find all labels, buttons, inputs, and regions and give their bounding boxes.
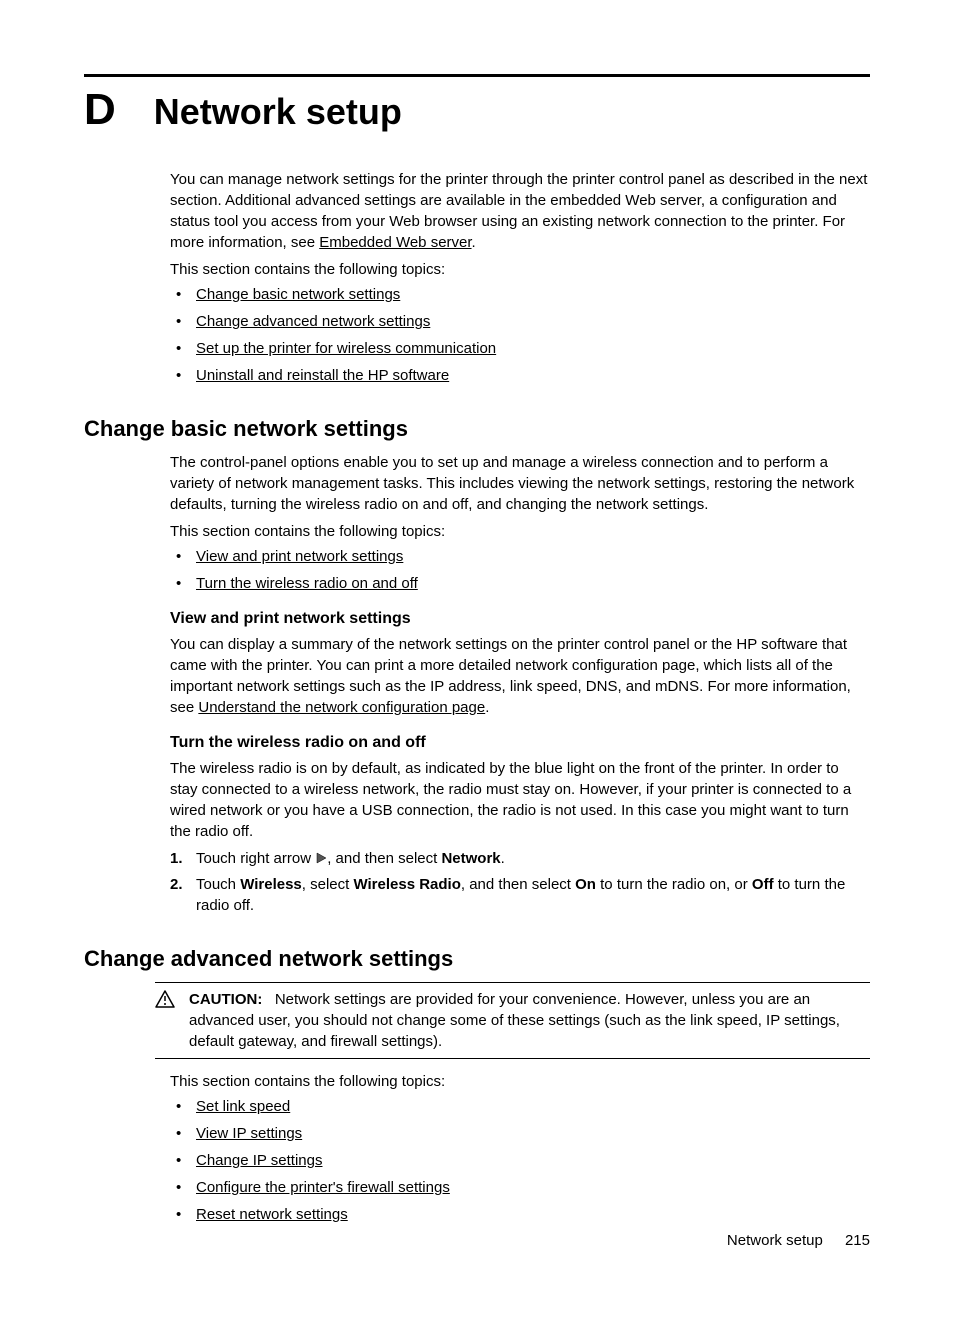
- caution-body: Network settings are provided for your c…: [189, 991, 840, 1050]
- link-reset-network[interactable]: Reset network settings: [196, 1206, 348, 1223]
- advanced-topic-list: Set link speed View IP settings Change I…: [170, 1096, 870, 1225]
- link-firewall[interactable]: Configure the printer's firewall setting…: [196, 1179, 450, 1196]
- link-change-basic[interactable]: Change basic network settings: [196, 286, 400, 303]
- radio-steps: Touch right arrow , and then select Netw…: [170, 848, 870, 916]
- view-print-text-b: .: [485, 699, 489, 716]
- advanced-lead: This section contains the following topi…: [170, 1071, 870, 1092]
- step1-c: .: [501, 850, 505, 867]
- list-item: Set up the printer for wireless communic…: [170, 338, 870, 359]
- step1-a: Touch right arrow: [196, 850, 315, 867]
- intro-para: You can manage network settings for the …: [170, 169, 870, 253]
- list-item: Set link speed: [170, 1096, 870, 1117]
- link-change-advanced[interactable]: Change advanced network settings: [196, 313, 430, 330]
- step2-a: Touch: [196, 876, 240, 893]
- step-2: Touch Wireless, select Wireless Radio, a…: [170, 874, 870, 916]
- link-uninstall-reinstall[interactable]: Uninstall and reinstall the HP software: [196, 367, 449, 384]
- intro-block: You can manage network settings for the …: [170, 169, 870, 386]
- link-turn-radio[interactable]: Turn the wireless radio on and off: [196, 575, 418, 592]
- link-set-link-speed[interactable]: Set link speed: [196, 1098, 290, 1115]
- list-item: Configure the printer's firewall setting…: [170, 1177, 870, 1198]
- step2-d: , and then select: [461, 876, 575, 893]
- advanced-block: This section contains the following topi…: [170, 1071, 870, 1225]
- caution-text: CAUTION: Network settings are provided f…: [189, 989, 870, 1052]
- step1-b: , and then select: [327, 850, 441, 867]
- link-embedded-web-server[interactable]: Embedded Web server: [319, 234, 471, 251]
- intro-topic-list: Change basic network settings Change adv…: [170, 284, 870, 386]
- intro-text-a: You can manage network settings for the …: [170, 171, 867, 251]
- step2-off: Off: [752, 876, 774, 893]
- step2-wireless-radio: Wireless Radio: [353, 876, 460, 893]
- list-item: Change advanced network settings: [170, 311, 870, 332]
- link-view-ip[interactable]: View IP settings: [196, 1125, 302, 1142]
- step2-c: , select: [302, 876, 354, 893]
- page-footer: Network setup 215: [727, 1232, 870, 1249]
- footer-label: Network setup: [727, 1232, 823, 1249]
- list-item: Turn the wireless radio on and off: [170, 573, 870, 594]
- intro-text-b: .: [472, 234, 476, 251]
- step1-network: Network: [441, 850, 500, 867]
- basic-para: The control-panel options enable you to …: [170, 452, 870, 515]
- top-rule: [84, 74, 870, 77]
- appendix-header: D Network setup: [84, 85, 870, 135]
- right-arrow-icon: [315, 849, 327, 870]
- basic-topic-list: View and print network settings Turn the…: [170, 546, 870, 594]
- radio-para: The wireless radio is on by default, as …: [170, 758, 870, 842]
- step2-e: to turn the radio on, or: [596, 876, 752, 893]
- heading-change-advanced: Change advanced network settings: [84, 946, 870, 972]
- basic-block: The control-panel options enable you to …: [170, 452, 870, 594]
- link-view-print[interactable]: View and print network settings: [196, 548, 403, 565]
- step2-on: On: [575, 876, 596, 893]
- view-print-block: You can display a summary of the network…: [170, 634, 870, 718]
- list-item: View IP settings: [170, 1123, 870, 1144]
- list-item: Change IP settings: [170, 1150, 870, 1171]
- heading-view-print: View and print network settings: [170, 610, 870, 628]
- list-item: View and print network settings: [170, 546, 870, 567]
- link-change-ip[interactable]: Change IP settings: [196, 1152, 322, 1169]
- list-item: Change basic network settings: [170, 284, 870, 305]
- list-item: Reset network settings: [170, 1204, 870, 1225]
- radio-block: The wireless radio is on by default, as …: [170, 758, 870, 916]
- link-wireless-setup[interactable]: Set up the printer for wireless communic…: [196, 340, 496, 357]
- basic-lead: This section contains the following topi…: [170, 521, 870, 542]
- caution-icon: [155, 989, 179, 1052]
- step-1: Touch right arrow , and then select Netw…: [170, 848, 870, 870]
- appendix-title: Network setup: [154, 91, 402, 133]
- footer-page-number: 215: [845, 1232, 870, 1249]
- link-understand-netconfig[interactable]: Understand the network configuration pag…: [198, 699, 485, 716]
- heading-turn-radio: Turn the wireless radio on and off: [170, 734, 870, 752]
- step2-wireless: Wireless: [240, 876, 302, 893]
- caution-box: CAUTION: Network settings are provided f…: [155, 982, 870, 1059]
- list-item: Uninstall and reinstall the HP software: [170, 365, 870, 386]
- view-print-para: You can display a summary of the network…: [170, 634, 870, 718]
- caution-label: CAUTION:: [189, 991, 262, 1008]
- heading-change-basic: Change basic network settings: [84, 416, 870, 442]
- intro-lead: This section contains the following topi…: [170, 259, 870, 280]
- appendix-letter: D: [84, 85, 116, 135]
